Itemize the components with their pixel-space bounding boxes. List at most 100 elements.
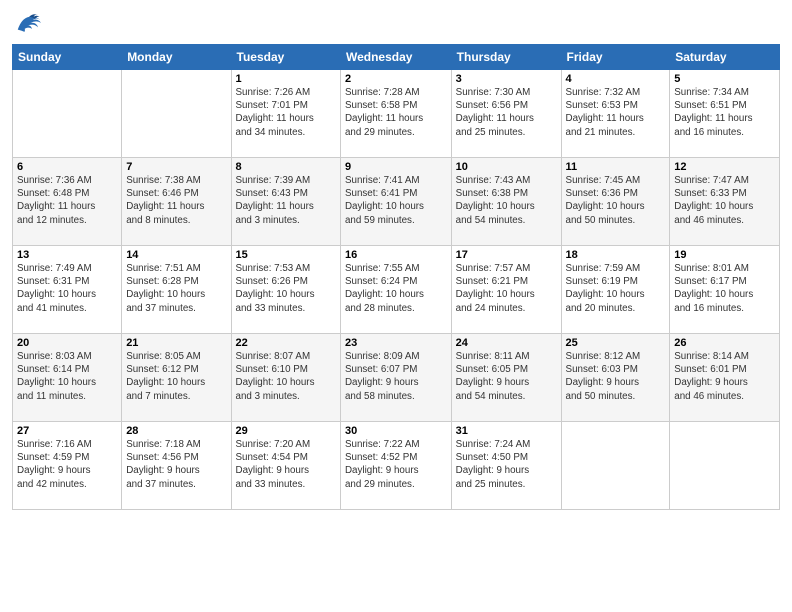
calendar-week-5: 27Sunrise: 7:16 AM Sunset: 4:59 PM Dayli… xyxy=(13,422,780,510)
day-info: Sunrise: 7:41 AM Sunset: 6:41 PM Dayligh… xyxy=(345,174,447,227)
calendar-cell: 18Sunrise: 7:59 AM Sunset: 6:19 PM Dayli… xyxy=(561,246,670,334)
day-info: Sunrise: 7:36 AM Sunset: 6:48 PM Dayligh… xyxy=(17,174,117,227)
calendar-cell: 3Sunrise: 7:30 AM Sunset: 6:56 PM Daylig… xyxy=(451,70,561,158)
day-info: Sunrise: 7:43 AM Sunset: 6:38 PM Dayligh… xyxy=(456,174,557,227)
day-info: Sunrise: 7:18 AM Sunset: 4:56 PM Dayligh… xyxy=(126,438,226,491)
day-number: 8 xyxy=(236,161,336,173)
day-number: 25 xyxy=(566,337,666,349)
day-info: Sunrise: 8:12 AM Sunset: 6:03 PM Dayligh… xyxy=(566,350,666,403)
day-number: 6 xyxy=(17,161,117,173)
day-number: 20 xyxy=(17,337,117,349)
calendar-cell: 27Sunrise: 7:16 AM Sunset: 4:59 PM Dayli… xyxy=(13,422,122,510)
calendar-cell xyxy=(122,70,231,158)
calendar-cell: 11Sunrise: 7:45 AM Sunset: 6:36 PM Dayli… xyxy=(561,158,670,246)
day-info: Sunrise: 8:01 AM Sunset: 6:17 PM Dayligh… xyxy=(674,262,775,315)
day-number: 29 xyxy=(236,425,336,437)
day-info: Sunrise: 7:51 AM Sunset: 6:28 PM Dayligh… xyxy=(126,262,226,315)
calendar-cell: 25Sunrise: 8:12 AM Sunset: 6:03 PM Dayli… xyxy=(561,334,670,422)
day-number: 2 xyxy=(345,73,447,85)
calendar-week-4: 20Sunrise: 8:03 AM Sunset: 6:14 PM Dayli… xyxy=(13,334,780,422)
day-info: Sunrise: 7:16 AM Sunset: 4:59 PM Dayligh… xyxy=(17,438,117,491)
day-number: 28 xyxy=(126,425,226,437)
day-info: Sunrise: 8:14 AM Sunset: 6:01 PM Dayligh… xyxy=(674,350,775,403)
day-info: Sunrise: 7:57 AM Sunset: 6:21 PM Dayligh… xyxy=(456,262,557,315)
calendar-cell: 31Sunrise: 7:24 AM Sunset: 4:50 PM Dayli… xyxy=(451,422,561,510)
day-info: Sunrise: 7:30 AM Sunset: 6:56 PM Dayligh… xyxy=(456,86,557,139)
day-number: 30 xyxy=(345,425,447,437)
day-number: 23 xyxy=(345,337,447,349)
day-info: Sunrise: 7:32 AM Sunset: 6:53 PM Dayligh… xyxy=(566,86,666,139)
day-info: Sunrise: 8:07 AM Sunset: 6:10 PM Dayligh… xyxy=(236,350,336,403)
day-info: Sunrise: 7:26 AM Sunset: 7:01 PM Dayligh… xyxy=(236,86,336,139)
calendar-cell: 26Sunrise: 8:14 AM Sunset: 6:01 PM Dayli… xyxy=(670,334,780,422)
day-number: 26 xyxy=(674,337,775,349)
calendar-header-row: SundayMondayTuesdayWednesdayThursdayFrid… xyxy=(13,45,780,70)
calendar-cell: 29Sunrise: 7:20 AM Sunset: 4:54 PM Dayli… xyxy=(231,422,340,510)
calendar-cell: 17Sunrise: 7:57 AM Sunset: 6:21 PM Dayli… xyxy=(451,246,561,334)
day-info: Sunrise: 7:59 AM Sunset: 6:19 PM Dayligh… xyxy=(566,262,666,315)
day-number: 22 xyxy=(236,337,336,349)
header xyxy=(12,10,780,38)
day-number: 27 xyxy=(17,425,117,437)
day-number: 17 xyxy=(456,249,557,261)
day-info: Sunrise: 7:22 AM Sunset: 4:52 PM Dayligh… xyxy=(345,438,447,491)
logo xyxy=(12,10,44,38)
calendar-cell: 5Sunrise: 7:34 AM Sunset: 6:51 PM Daylig… xyxy=(670,70,780,158)
calendar-cell: 16Sunrise: 7:55 AM Sunset: 6:24 PM Dayli… xyxy=(340,246,451,334)
day-number: 4 xyxy=(566,73,666,85)
calendar-cell: 8Sunrise: 7:39 AM Sunset: 6:43 PM Daylig… xyxy=(231,158,340,246)
day-number: 12 xyxy=(674,161,775,173)
day-number: 3 xyxy=(456,73,557,85)
day-number: 11 xyxy=(566,161,666,173)
day-number: 19 xyxy=(674,249,775,261)
logo-bird-icon xyxy=(14,10,44,38)
calendar-cell xyxy=(13,70,122,158)
weekday-header-friday: Friday xyxy=(561,45,670,70)
calendar-cell: 28Sunrise: 7:18 AM Sunset: 4:56 PM Dayli… xyxy=(122,422,231,510)
day-info: Sunrise: 7:38 AM Sunset: 6:46 PM Dayligh… xyxy=(126,174,226,227)
day-info: Sunrise: 7:39 AM Sunset: 6:43 PM Dayligh… xyxy=(236,174,336,227)
calendar-cell: 15Sunrise: 7:53 AM Sunset: 6:26 PM Dayli… xyxy=(231,246,340,334)
calendar-cell: 19Sunrise: 8:01 AM Sunset: 6:17 PM Dayli… xyxy=(670,246,780,334)
calendar-cell: 6Sunrise: 7:36 AM Sunset: 6:48 PM Daylig… xyxy=(13,158,122,246)
day-info: Sunrise: 7:20 AM Sunset: 4:54 PM Dayligh… xyxy=(236,438,336,491)
weekday-header-saturday: Saturday xyxy=(670,45,780,70)
day-info: Sunrise: 7:45 AM Sunset: 6:36 PM Dayligh… xyxy=(566,174,666,227)
day-info: Sunrise: 8:09 AM Sunset: 6:07 PM Dayligh… xyxy=(345,350,447,403)
day-number: 14 xyxy=(126,249,226,261)
calendar-cell xyxy=(561,422,670,510)
calendar-cell: 7Sunrise: 7:38 AM Sunset: 6:46 PM Daylig… xyxy=(122,158,231,246)
calendar-cell: 10Sunrise: 7:43 AM Sunset: 6:38 PM Dayli… xyxy=(451,158,561,246)
day-number: 16 xyxy=(345,249,447,261)
calendar-week-1: 1Sunrise: 7:26 AM Sunset: 7:01 PM Daylig… xyxy=(13,70,780,158)
calendar-cell: 30Sunrise: 7:22 AM Sunset: 4:52 PM Dayli… xyxy=(340,422,451,510)
weekday-header-monday: Monday xyxy=(122,45,231,70)
calendar-cell: 1Sunrise: 7:26 AM Sunset: 7:01 PM Daylig… xyxy=(231,70,340,158)
calendar-week-2: 6Sunrise: 7:36 AM Sunset: 6:48 PM Daylig… xyxy=(13,158,780,246)
day-number: 15 xyxy=(236,249,336,261)
day-number: 9 xyxy=(345,161,447,173)
calendar-cell: 4Sunrise: 7:32 AM Sunset: 6:53 PM Daylig… xyxy=(561,70,670,158)
day-info: Sunrise: 7:34 AM Sunset: 6:51 PM Dayligh… xyxy=(674,86,775,139)
day-number: 24 xyxy=(456,337,557,349)
day-info: Sunrise: 8:03 AM Sunset: 6:14 PM Dayligh… xyxy=(17,350,117,403)
calendar-table: SundayMondayTuesdayWednesdayThursdayFrid… xyxy=(12,44,780,510)
day-number: 7 xyxy=(126,161,226,173)
calendar-cell: 9Sunrise: 7:41 AM Sunset: 6:41 PM Daylig… xyxy=(340,158,451,246)
calendar-cell: 21Sunrise: 8:05 AM Sunset: 6:12 PM Dayli… xyxy=(122,334,231,422)
day-number: 31 xyxy=(456,425,557,437)
weekday-header-thursday: Thursday xyxy=(451,45,561,70)
day-info: Sunrise: 7:49 AM Sunset: 6:31 PM Dayligh… xyxy=(17,262,117,315)
day-info: Sunrise: 7:53 AM Sunset: 6:26 PM Dayligh… xyxy=(236,262,336,315)
calendar-cell: 12Sunrise: 7:47 AM Sunset: 6:33 PM Dayli… xyxy=(670,158,780,246)
day-info: Sunrise: 7:28 AM Sunset: 6:58 PM Dayligh… xyxy=(345,86,447,139)
weekday-header-wednesday: Wednesday xyxy=(340,45,451,70)
day-number: 18 xyxy=(566,249,666,261)
calendar-cell: 14Sunrise: 7:51 AM Sunset: 6:28 PM Dayli… xyxy=(122,246,231,334)
calendar-cell: 2Sunrise: 7:28 AM Sunset: 6:58 PM Daylig… xyxy=(340,70,451,158)
day-number: 10 xyxy=(456,161,557,173)
calendar-cell: 20Sunrise: 8:03 AM Sunset: 6:14 PM Dayli… xyxy=(13,334,122,422)
weekday-header-sunday: Sunday xyxy=(13,45,122,70)
calendar-cell: 24Sunrise: 8:11 AM Sunset: 6:05 PM Dayli… xyxy=(451,334,561,422)
calendar-cell: 23Sunrise: 8:09 AM Sunset: 6:07 PM Dayli… xyxy=(340,334,451,422)
